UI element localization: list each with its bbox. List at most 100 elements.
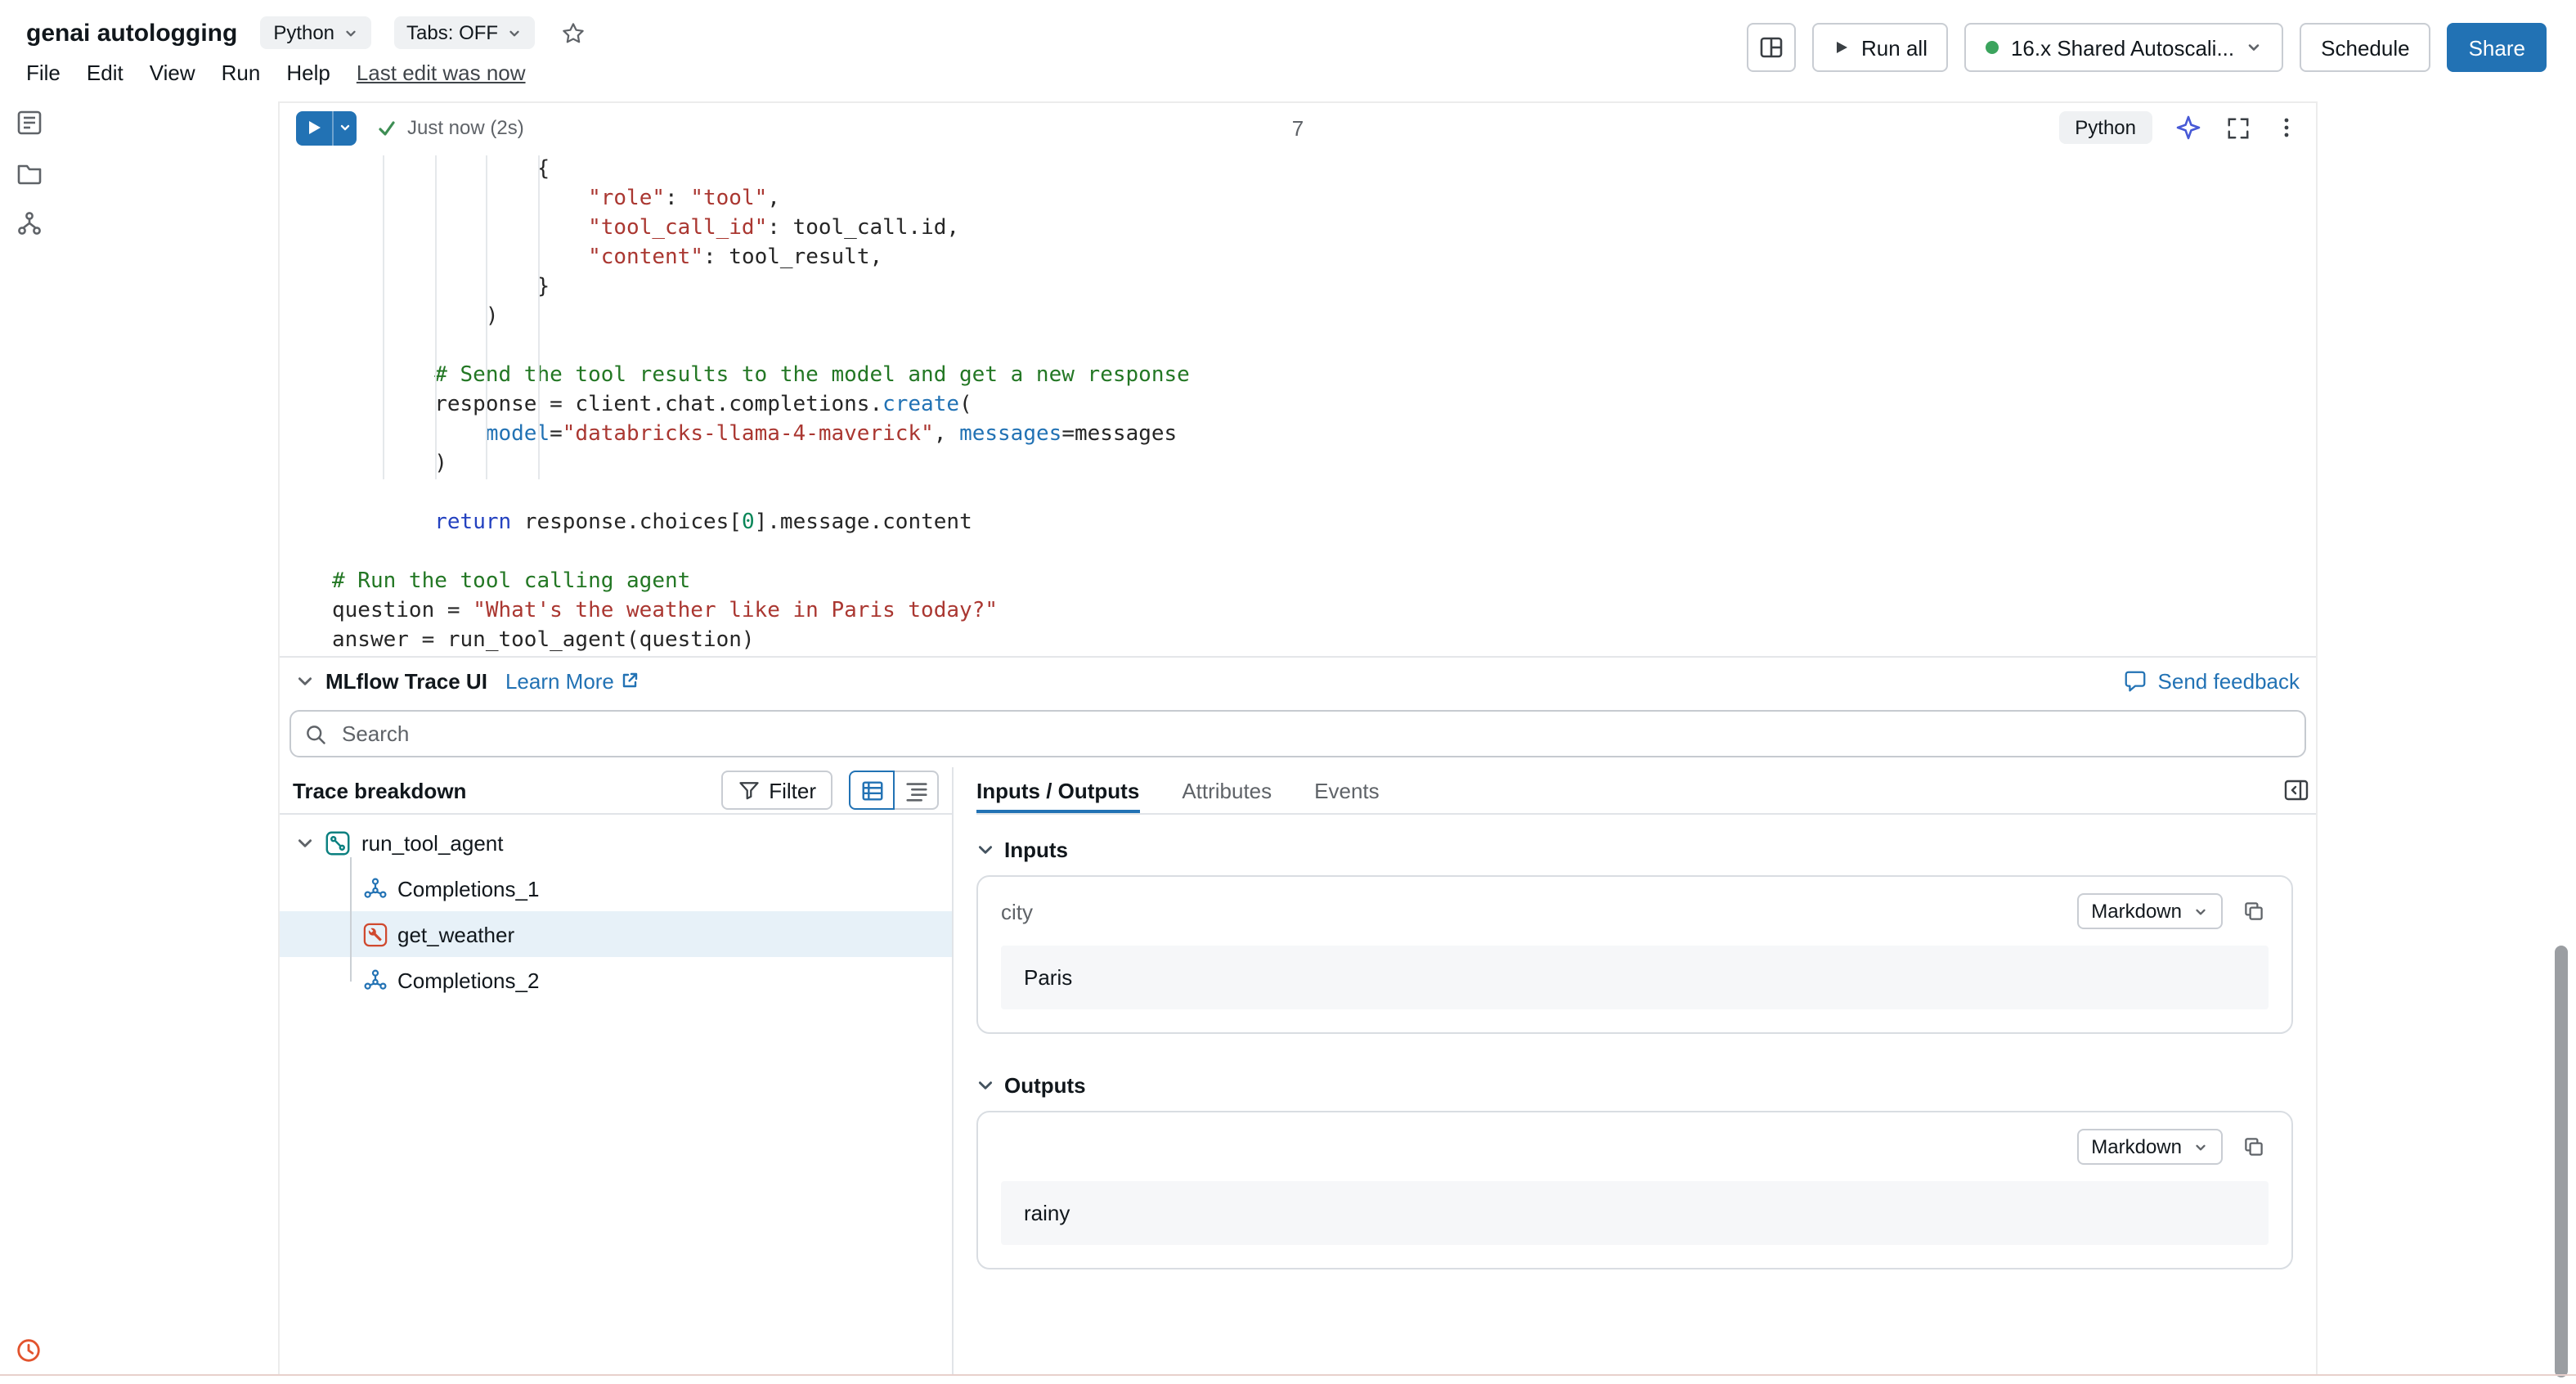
output-value: rainy: [1001, 1181, 2269, 1245]
collapse-details-button[interactable]: [2280, 774, 2313, 807]
cluster-selector[interactable]: 16.x Shared Autoscali...: [1965, 23, 2283, 72]
span-label: run_tool_agent: [361, 830, 504, 855]
workflow-icon: [15, 209, 44, 239]
check-icon: [376, 117, 397, 138]
vertical-scrollbar[interactable]: [2555, 946, 2568, 1377]
cell-number: 7: [1292, 115, 1304, 140]
assistant-button[interactable]: [2174, 113, 2203, 142]
tabs-toggle[interactable]: Tabs: OFF: [393, 16, 534, 49]
indent-guide: [383, 155, 384, 479]
input-format-select[interactable]: Markdown: [2076, 893, 2223, 929]
notebook-language-label: Python: [273, 21, 334, 44]
folder-icon: [15, 159, 44, 188]
timeline-view-toggle[interactable]: [893, 771, 939, 810]
timeline-view-icon: [904, 778, 928, 802]
run-all-button[interactable]: Run all: [1812, 23, 1949, 72]
learn-more-label: Learn More: [505, 668, 614, 693]
span-row-get-weather[interactable]: get_weather: [280, 911, 952, 957]
span-label: Completions_2: [397, 968, 539, 992]
workspace-files-button[interactable]: [15, 159, 44, 188]
details-tabs: Inputs / Outputs Attributes Events: [976, 767, 2316, 815]
menu-view[interactable]: View: [150, 60, 195, 84]
cell-language-badge[interactable]: Python: [2058, 111, 2152, 144]
schedule-button[interactable]: Schedule: [2300, 23, 2430, 72]
outputs-card: Markdown rainy: [976, 1111, 2293, 1269]
trace-breakdown-header: Trace breakdown Filter: [280, 767, 952, 815]
trace-viewer: Trace breakdown Filter: [280, 767, 2316, 1374]
caret-down-icon: [2246, 39, 2262, 56]
span-row-run-tool-agent[interactable]: run_tool_agent: [280, 820, 952, 865]
table-view-icon: [859, 778, 884, 802]
menu-file[interactable]: File: [26, 60, 61, 84]
history-clock-icon: [15, 1337, 43, 1364]
menu-edit[interactable]: Edit: [87, 60, 123, 84]
send-feedback-link[interactable]: Send feedback: [2124, 668, 2300, 693]
header-actions: Run all 16.x Shared Autoscali... Schedul…: [1747, 23, 2547, 72]
copy-icon: [2242, 1135, 2265, 1158]
table-view-toggle[interactable]: [849, 771, 895, 810]
filter-button[interactable]: Filter: [721, 771, 832, 810]
chevron-down-icon: [976, 1076, 994, 1094]
trace-breakdown-panel: Trace breakdown Filter: [280, 767, 954, 1374]
menu-run[interactable]: Run: [222, 60, 261, 84]
agent-span-icon: [324, 829, 352, 856]
collapse-outputs-button[interactable]: [976, 1076, 994, 1094]
copy-output-button[interactable]: [2239, 1132, 2269, 1162]
trace-breakdown-title: Trace breakdown: [293, 778, 466, 802]
span-details-panel: Inputs / Outputs Attributes Events Input…: [954, 767, 2316, 1374]
trace-section-title: MLflow Trace UI: [325, 668, 487, 693]
search-input[interactable]: [339, 720, 2291, 748]
inputs-section-title: Inputs: [1004, 838, 1068, 862]
tab-inputs-outputs[interactable]: Inputs / Outputs: [976, 767, 1139, 813]
tab-attributes[interactable]: Attributes: [1182, 767, 1272, 813]
collapse-inputs-button[interactable]: [976, 841, 994, 859]
learn-more-link[interactable]: Learn More: [505, 668, 640, 693]
last-edit-link[interactable]: Last edit was now: [357, 60, 526, 84]
notebook-header: genai autologging Python Tabs: OFF Run a…: [0, 0, 2576, 101]
layout-icon: [1758, 34, 1784, 61]
schedule-label: Schedule: [2321, 35, 2409, 60]
view-toggle-group: [849, 771, 939, 810]
caret-down-icon: [2193, 904, 2208, 919]
share-button[interactable]: Share: [2448, 23, 2547, 72]
filter-label: Filter: [769, 778, 816, 802]
notebook-title[interactable]: genai autologging: [26, 19, 237, 47]
inputs-card-header: city Markdown: [978, 887, 2291, 936]
external-link-icon: [621, 671, 640, 690]
version-history-button[interactable]: [15, 1337, 43, 1364]
caret-down-icon: [339, 121, 352, 134]
inputs-section-header: Inputs: [976, 838, 2316, 862]
cell-menu-button[interactable]: [2273, 115, 2300, 141]
title-row: genai autologging Python Tabs: OFF: [26, 13, 588, 52]
tab-events[interactable]: Events: [1314, 767, 1380, 813]
span-row-completions-2[interactable]: Completions_2: [280, 957, 952, 1003]
run-options-button[interactable]: [332, 110, 357, 145]
indent-guide: [486, 155, 487, 479]
cluster-label: 16.x Shared Autoscali...: [2011, 35, 2234, 60]
copy-input-button[interactable]: [2239, 896, 2269, 926]
notebook-language-selector[interactable]: Python: [260, 16, 370, 49]
code-editor[interactable]: { "role": "tool", "tool_call_id": tool_c…: [280, 152, 2316, 656]
contents-panel-button[interactable]: [15, 108, 44, 137]
span-label: get_weather: [397, 922, 514, 946]
span-row-completions-1[interactable]: Completions_1: [280, 865, 952, 911]
input-value: Paris: [1001, 946, 2269, 1009]
output-format-select[interactable]: Markdown: [2076, 1129, 2223, 1165]
layout-toggle-button[interactable]: [1747, 23, 1796, 72]
kebab-icon: [2275, 116, 2298, 139]
run-cell-button[interactable]: [296, 110, 332, 145]
send-feedback-label: Send feedback: [2158, 668, 2300, 693]
run-cell-split-button: [296, 110, 357, 145]
cell-toolbar-actions: Python: [2058, 111, 2300, 144]
menu-help[interactable]: Help: [286, 60, 330, 84]
collapse-output-button[interactable]: [296, 672, 314, 690]
trace-search[interactable]: [289, 710, 2306, 757]
feedback-bubble-icon: [2124, 668, 2148, 693]
span-tree: run_tool_agent Completions_1 get_weather: [280, 815, 952, 1003]
maximize-cell-button[interactable]: [2224, 114, 2252, 142]
play-icon: [1833, 39, 1850, 56]
contents-icon: [15, 108, 44, 137]
chevron-down-icon[interactable]: [296, 834, 314, 852]
environment-button[interactable]: [15, 209, 44, 239]
favorite-button[interactable]: [557, 17, 588, 48]
